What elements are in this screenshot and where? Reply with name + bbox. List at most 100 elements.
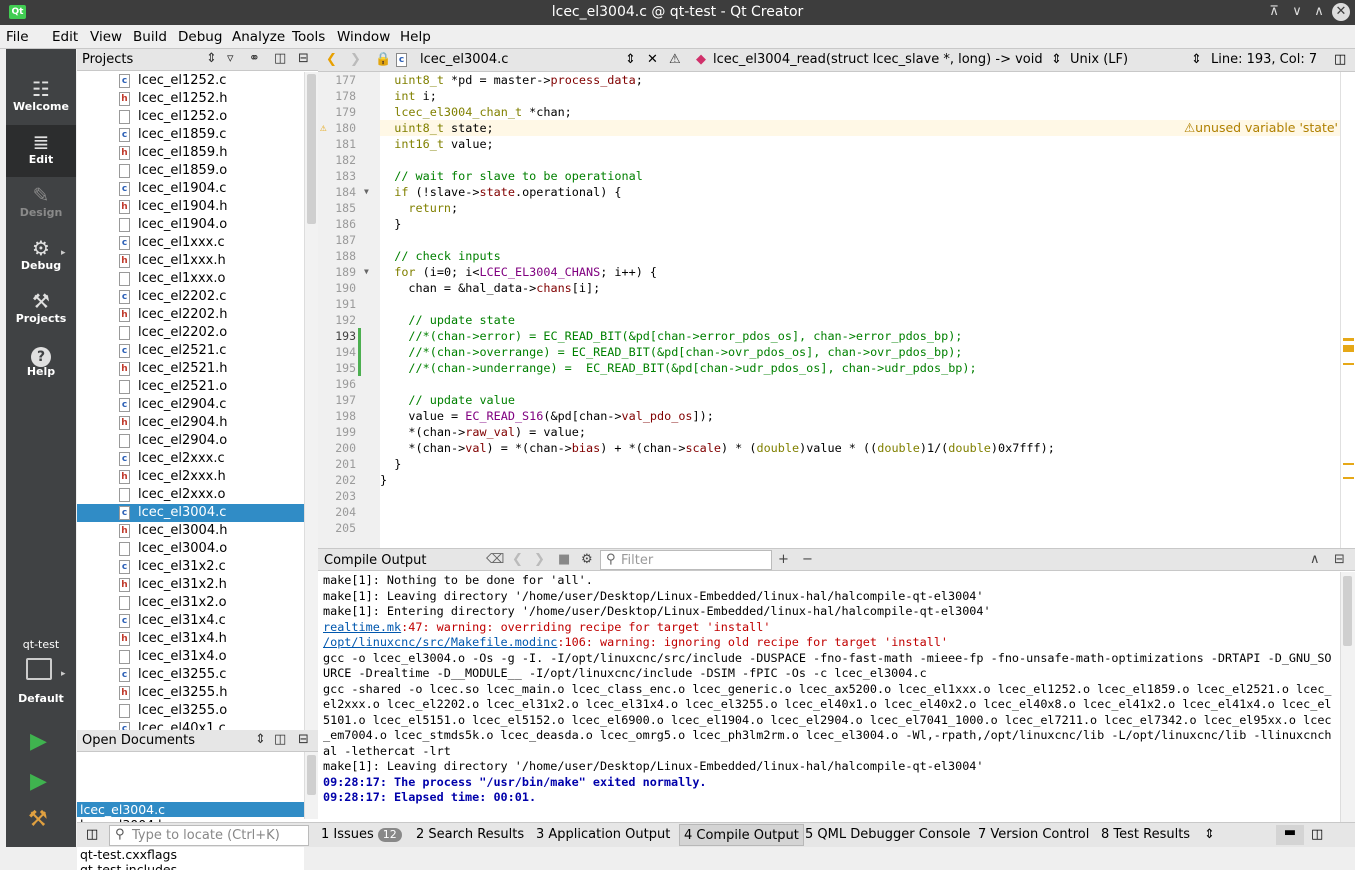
build-hammer-icon[interactable]: ⚒: [28, 807, 48, 832]
line-ending-dropdown-icon[interactable]: ⇕: [1191, 52, 1202, 67]
mode-projects[interactable]: ⚒ Projects: [6, 284, 76, 336]
project-file-item[interactable]: lcec_el2xxx.o: [77, 486, 304, 504]
more-tabs-icon[interactable]: ⇕: [1204, 827, 1215, 842]
run-icon[interactable]: ▶: [30, 729, 47, 754]
pane-tab-issues[interactable]: 1 Issues 12: [321, 827, 402, 842]
pane-select-icon[interactable]: ⇕: [206, 51, 217, 66]
close-pane-icon[interactable]: ⊟: [298, 51, 309, 66]
output-filter-input[interactable]: ⚲ Filter: [600, 550, 772, 570]
project-file-item[interactable]: lcec_el31x4.o: [77, 648, 304, 666]
project-file-item[interactable]: lcec_el31x2.o: [77, 594, 304, 612]
back-arrow-icon[interactable]: ❮: [326, 52, 337, 67]
menu-analyze[interactable]: Analyze: [232, 29, 285, 45]
project-file-item[interactable]: c lcec_el1904.c: [77, 180, 304, 198]
split-icon[interactable]: ◫: [274, 732, 286, 747]
project-file-item[interactable]: h lcec_el1252.h: [77, 90, 304, 108]
mode-edit[interactable]: ≣ Edit: [6, 125, 76, 177]
project-file-item[interactable]: lcec_el1252.o: [77, 108, 304, 126]
project-file-item[interactable]: h lcec_el1xxx.h: [77, 252, 304, 270]
toggle-right-sidebar-icon[interactable]: ◫: [1311, 827, 1323, 842]
project-file-item[interactable]: lcec_el2904.o: [77, 432, 304, 450]
mode-welcome[interactable]: ☷ Welcome: [6, 72, 76, 124]
project-file-tree[interactable]: c lcec_el1252.c h lcec_el1252.h lcec_el1252.…: [77, 72, 304, 777]
maximize-pane-icon[interactable]: ∧: [1310, 552, 1320, 567]
project-file-item[interactable]: c lcec_el1252.c: [77, 72, 304, 90]
toggle-sidebar-icon[interactable]: ◫: [86, 827, 98, 842]
project-file-item[interactable]: lcec_el3004.o: [77, 540, 304, 558]
file-dropdown-icon[interactable]: ⇕: [625, 52, 636, 67]
project-file-item[interactable]: h lcec_el1904.h: [77, 198, 304, 216]
project-file-item[interactable]: h lcec_el2xxx.h: [77, 468, 304, 486]
pane-tab-version-control[interactable]: 7 Version Control: [978, 827, 1089, 842]
kit-arrow-icon[interactable]: ▸: [61, 669, 66, 679]
project-file-item[interactable]: lcec_el1904.o: [77, 216, 304, 234]
monitor-icon[interactable]: [26, 658, 52, 680]
link-icon[interactable]: ⚭: [249, 51, 260, 66]
project-file-item[interactable]: lcec_el2202.o: [77, 324, 304, 342]
zoom-in-icon[interactable]: +: [778, 552, 789, 567]
keep-above-icon[interactable]: ⊼: [1265, 3, 1283, 21]
project-file-item[interactable]: c lcec_el2904.c: [77, 396, 304, 414]
output-pane-toggle-icon[interactable]: ▬: [1276, 825, 1304, 845]
next-icon[interactable]: ❯: [534, 552, 545, 567]
project-file-item[interactable]: h lcec_el31x4.h: [77, 630, 304, 648]
menu-view[interactable]: View: [90, 29, 122, 45]
menu-window[interactable]: Window: [337, 29, 390, 45]
pane-select-icon[interactable]: ⇕: [255, 732, 266, 747]
open-document-item[interactable]: qt-test.cxxflags: [77, 847, 304, 862]
gear-icon[interactable]: ⚙: [581, 552, 593, 567]
project-file-item[interactable]: c lcec_el31x4.c: [77, 612, 304, 630]
split-editor-icon[interactable]: ◫: [1334, 52, 1346, 67]
editor-scrollbar[interactable]: [1340, 72, 1355, 548]
function-dropdown-icon[interactable]: ⇕: [1051, 52, 1062, 67]
output-text[interactable]: make[1]: Nothing to be done for 'all'. ma…: [323, 573, 1338, 821]
project-file-item[interactable]: lcec_el3255.o: [77, 702, 304, 720]
output-scrollbar[interactable]: [1340, 572, 1355, 822]
project-tree-scrollbar[interactable]: [304, 72, 318, 777]
debug-arrow-icon[interactable]: ▸: [61, 248, 66, 258]
pane-tab-test-results[interactable]: 8 Test Results: [1101, 827, 1190, 842]
maximize-icon[interactable]: ∧: [1310, 3, 1328, 21]
project-file-item[interactable]: c lcec_el3004.c: [77, 504, 304, 522]
split-icon[interactable]: ◫: [274, 51, 286, 66]
project-file-item[interactable]: lcec_el2521.o: [77, 378, 304, 396]
minimize-icon[interactable]: ∨: [1288, 3, 1306, 21]
project-file-item[interactable]: h lcec_el3255.h: [77, 684, 304, 702]
project-file-item[interactable]: c lcec_el1xxx.c: [77, 234, 304, 252]
locator-input[interactable]: ⚲ Type to locate (Ctrl+K): [109, 825, 309, 846]
debug-run-icon[interactable]: ▶: [30, 769, 47, 794]
previous-icon[interactable]: ❮: [512, 552, 523, 567]
close-icon[interactable]: ✕: [1332, 3, 1350, 21]
fold-arrow-icon[interactable]: ▼: [364, 264, 374, 280]
forward-arrow-icon[interactable]: ❯: [350, 52, 361, 67]
project-file-item[interactable]: c lcec_el2202.c: [77, 288, 304, 306]
project-file-item[interactable]: lcec_el1859.o: [77, 162, 304, 180]
project-file-item[interactable]: c lcec_el2xxx.c: [77, 450, 304, 468]
function-selector[interactable]: lcec_el3004_read(struct lcec_slave *, lo…: [713, 52, 1043, 67]
code-area[interactable]: uint8_t *pd = master->process_data; int …: [380, 72, 1340, 548]
mode-help[interactable]: ? Help: [6, 337, 76, 389]
project-file-item[interactable]: h lcec_el3004.h: [77, 522, 304, 540]
clear-output-icon[interactable]: ⌫: [486, 552, 504, 567]
project-file-item[interactable]: c lcec_el31x2.c: [77, 558, 304, 576]
menu-help[interactable]: Help: [400, 29, 431, 45]
close-pane-icon[interactable]: ⊟: [1334, 552, 1345, 567]
project-file-item[interactable]: c lcec_el3255.c: [77, 666, 304, 684]
menu-edit[interactable]: Edit: [52, 29, 78, 45]
fold-arrow-icon[interactable]: ▼: [364, 184, 374, 200]
menu-build[interactable]: Build: [133, 29, 167, 45]
filter-icon[interactable]: ▿: [227, 51, 234, 66]
open-document-item[interactable]: qt-test.includes: [77, 862, 304, 870]
project-file-item[interactable]: lcec_el1xxx.o: [77, 270, 304, 288]
line-ending-selector[interactable]: Unix (LF): [1070, 52, 1128, 67]
project-file-item[interactable]: h lcec_el2904.h: [77, 414, 304, 432]
close-pane-icon[interactable]: ⊟: [298, 732, 309, 747]
menu-file[interactable]: File: [6, 29, 29, 45]
project-file-item[interactable]: h lcec_el1859.h: [77, 144, 304, 162]
menu-debug[interactable]: Debug: [178, 29, 222, 45]
output-link[interactable]: realtime.mk: [323, 620, 401, 634]
pane-tab-application-output[interactable]: 3 Application Output: [536, 827, 670, 842]
current-file-selector[interactable]: lcec_el3004.c: [420, 52, 508, 67]
close-document-icon[interactable]: ✕: [647, 52, 658, 67]
open-documents-scrollbar[interactable]: [304, 753, 318, 819]
